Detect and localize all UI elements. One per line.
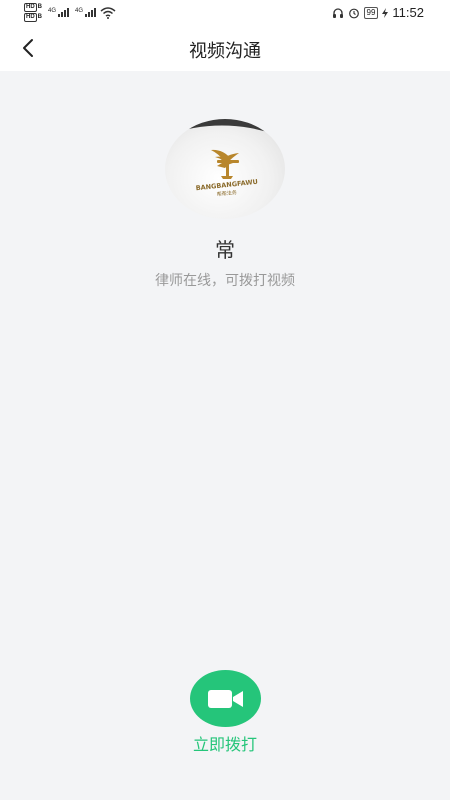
hd-icon: HD <box>24 3 37 12</box>
navigation-bar: 视频沟通 <box>0 26 450 71</box>
hd-icon: HD <box>24 13 37 22</box>
network-type: 4G <box>75 8 84 14</box>
hd-suffix: B <box>37 4 43 10</box>
page-title: 视频沟通 <box>189 41 261 61</box>
hd-indicators: HD B HD B <box>24 3 42 22</box>
call-button-label[interactable]: 立即拨打 <box>0 731 450 755</box>
logo-sub-text: 帮帮法务 <box>217 189 238 198</box>
lawyer-name: 常 <box>215 240 235 262</box>
status-bar-left: HD B HD B 4G 4G <box>24 3 116 22</box>
status-bar-right: 99 11:52 <box>332 5 424 20</box>
hd-suffix: B <box>37 14 43 20</box>
alarm-icon <box>348 8 359 18</box>
status-bar: HD B HD B 4G 4G 99 11:52 <box>0 0 450 26</box>
signal-icon: 4G <box>75 8 97 17</box>
headphones-icon <box>332 7 343 18</box>
wifi-icon <box>100 6 116 19</box>
battery-icon: 99 <box>363 6 379 19</box>
lawyer-avatar: BANGBANGFAWU 帮帮法务 <box>165 119 285 219</box>
signal-icon: 4G <box>48 8 70 17</box>
video-camera-icon <box>207 689 243 708</box>
charging-icon <box>382 7 389 18</box>
status-time: 11:52 <box>392 5 424 20</box>
lawyer-status: 律师在线，可拨打视频 <box>155 272 295 288</box>
firm-logo: BANGBANGFAWU 帮帮法务 <box>173 119 277 198</box>
network-type: 4G <box>48 8 57 14</box>
video-call-button[interactable] <box>190 670 261 727</box>
